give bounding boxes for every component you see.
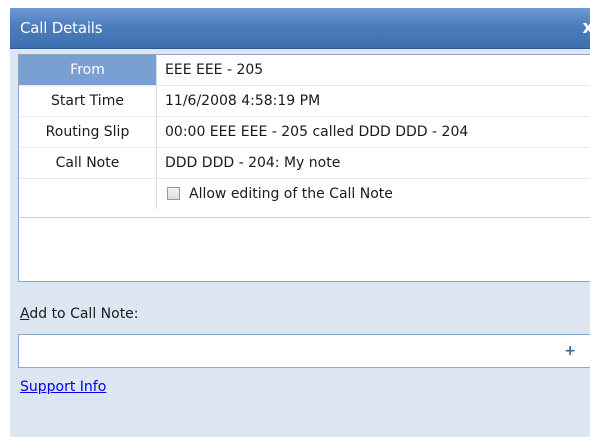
row-label-routing-slip: Routing Slip <box>19 117 157 147</box>
call-note-input[interactable]: + <box>18 334 590 368</box>
add-to-call-note-label: Add to Call Note: <box>20 306 139 322</box>
detail-row-from[interactable]: From EEE EEE - 205 <box>19 55 590 85</box>
row-value-routing-slip: 00:00 EEE EEE - 205 called DDD DDD - 204 <box>165 124 469 140</box>
close-icon[interactable]: x <box>582 17 590 38</box>
detail-row-call-note[interactable]: Call Note DDD DDD - 204: My note <box>19 148 590 178</box>
detail-row-routing-slip[interactable]: Routing Slip 00:00 EEE EEE - 205 called … <box>19 117 590 147</box>
support-info-link[interactable]: Support Info <box>20 379 106 395</box>
title-bar: Call Details x <box>10 8 590 49</box>
row-label-empty <box>19 179 157 209</box>
row-value-start-time: 11/6/2008 4:58:19 PM <box>165 93 321 109</box>
row-label-from: From <box>19 55 157 85</box>
add-label-text: dd to Call Note: <box>29 306 139 322</box>
grid-divider <box>19 217 590 218</box>
detail-row-start-time[interactable]: Start Time 11/6/2008 4:58:19 PM <box>19 86 590 116</box>
row-value-from: EEE EEE - 205 <box>165 62 264 78</box>
details-grid: From EEE EEE - 205 Start Time 11/6/2008 … <box>18 54 590 282</box>
plus-icon[interactable]: + <box>564 343 576 359</box>
row-value-call-note: DDD DDD - 204: My note <box>165 155 341 171</box>
detail-row-allow-edit: Allow editing of the Call Note <box>19 179 590 209</box>
call-details-panel: Call Details x From EEE EEE - 205 Start … <box>10 8 590 437</box>
allow-edit-checkbox[interactable] <box>167 187 180 200</box>
mnemonic-letter: A <box>20 306 30 322</box>
window-title: Call Details <box>20 19 103 37</box>
row-label-call-note: Call Note <box>19 148 157 178</box>
row-label-start-time: Start Time <box>19 86 157 116</box>
allow-edit-label[interactable]: Allow editing of the Call Note <box>189 179 393 209</box>
